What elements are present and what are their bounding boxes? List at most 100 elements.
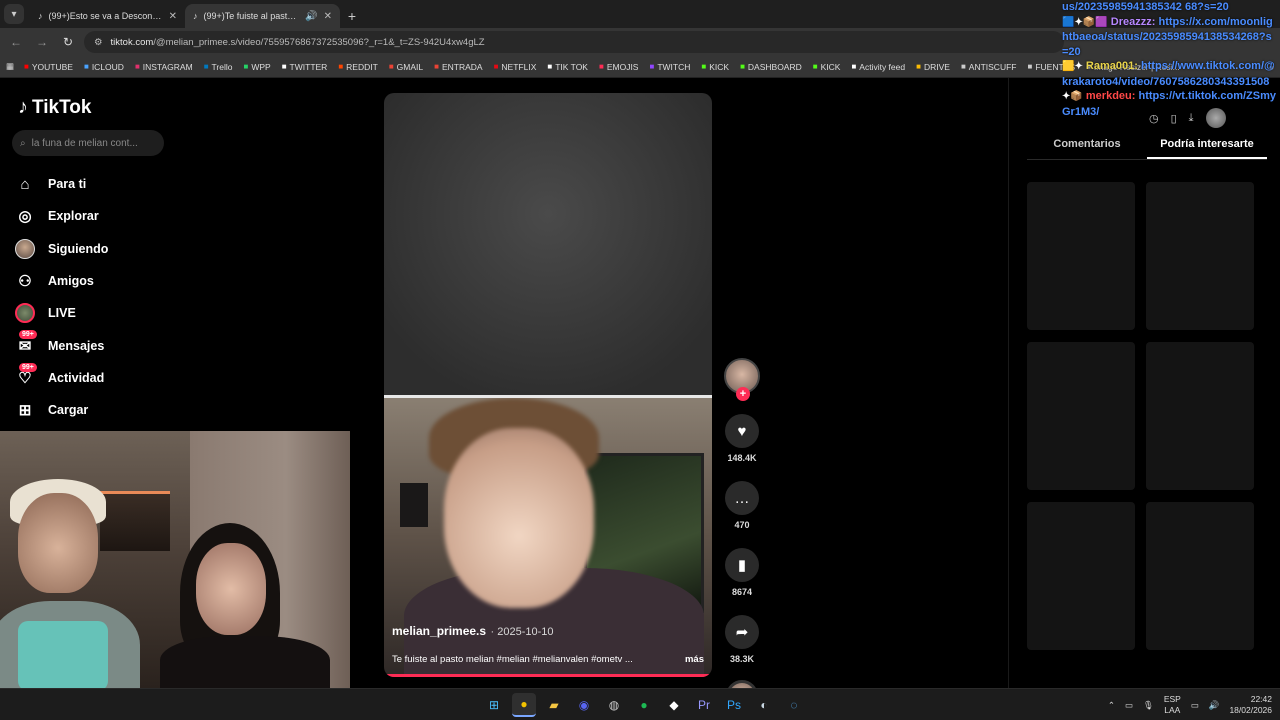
sidebar-item[interactable]: ⚇ Amigos	[14, 265, 194, 297]
screen: ▾ ♪ (99+)Esto se va a Descontrolar... ✕ …	[0, 0, 1280, 720]
bookmark-item[interactable]: ■ REDDIT	[338, 62, 377, 72]
language-indicator[interactable]: ESP LAA	[1164, 694, 1181, 716]
tiktok-icon: ♪	[193, 11, 198, 21]
like-action[interactable]: ♥ 148.4K	[722, 414, 762, 463]
file-explorer-icon[interactable]: ▰	[542, 693, 566, 717]
creator-avatar[interactable]: +	[724, 358, 760, 401]
bookmark-label: Trello	[211, 61, 233, 72]
bookmark-item[interactable]: ■ ENTRADA	[434, 62, 482, 72]
recommended-video[interactable]	[1027, 342, 1135, 490]
recommended-video[interactable]	[1027, 502, 1135, 650]
recommended-video[interactable]	[1146, 342, 1254, 490]
video-player[interactable]: melian_primee.s · 2025-10-10 Te fuiste a…	[384, 93, 712, 677]
forward-button[interactable]: →	[32, 32, 52, 52]
tiktok-logo[interactable]: ♪ TikTok	[18, 96, 91, 119]
bookmark-item[interactable]: ■ KICK	[701, 62, 729, 72]
browser-tab[interactable]: ♪ (99+)Esto se va a Descontrolar... ✕	[30, 4, 185, 28]
reload-button[interactable]: ↻	[58, 32, 78, 52]
apps-grid-icon[interactable]: ▦	[6, 61, 14, 72]
video-author[interactable]: melian_primee.s	[392, 624, 486, 638]
follow-plus-icon[interactable]: +	[736, 387, 750, 401]
tab-search-button[interactable]: ▾	[4, 4, 24, 24]
bookmark-item[interactable]: ■ EMOJIS	[599, 62, 639, 72]
anchor-icon: ■	[851, 62, 857, 71]
sidebar-item-label: Explorar	[48, 209, 99, 224]
chrome-icon[interactable]: ●	[512, 693, 536, 717]
chat-username: merkdeu:	[1085, 90, 1136, 102]
bookmark-item[interactable]: ■ TWITCH	[649, 62, 690, 72]
bookmark-icon[interactable]: ▮	[725, 548, 759, 582]
mic-icon[interactable]: 🎙	[1143, 700, 1154, 711]
sidebar-item[interactable]: ✉ Mensajes 99+	[14, 329, 194, 361]
recommended-video[interactable]	[1146, 182, 1254, 330]
bookmark-item[interactable]: ■ TWITTER	[282, 62, 328, 72]
tab-may-interest[interactable]: Podría interesarte	[1147, 138, 1267, 159]
site-info-icon[interactable]: ⚙	[94, 37, 103, 48]
bookmark-item[interactable]: ■ ICLOUD	[84, 62, 124, 72]
tab-comments[interactable]: Comentarios	[1027, 138, 1147, 159]
bookmark-item[interactable]: ■ Activity feed	[851, 62, 905, 72]
photoshop-icon[interactable]: Ps	[722, 693, 746, 717]
bookmark-item[interactable]: ■ WPP	[243, 62, 270, 72]
compass-icon: ◎	[18, 208, 32, 226]
windows-start-icon[interactable]: ⊞	[482, 693, 506, 717]
bookmark-item[interactable]: ■ DASHBOARD	[740, 62, 802, 72]
chat-message: 🟦✦📦🟪 Dreazzz: https://x.com/moonlightbae…	[1062, 15, 1278, 60]
share-icon[interactable]: ➦	[725, 615, 759, 649]
browser-tab-active[interactable]: ♪ (99+)Te fuiste al pasto: Hum... 🔊 ✕	[185, 4, 340, 28]
search-input[interactable]: ⌕ la funa de melian cont...	[12, 130, 164, 156]
save-action[interactable]: ▮ 8674	[722, 548, 762, 597]
comment-action[interactable]: … 470	[722, 481, 762, 530]
action-rail: + ♥ 148.4K … 470 ▮ 8674 ➦ 38.3K	[722, 358, 762, 712]
bookmark-item[interactable]: ■ NETFLIX	[494, 62, 537, 72]
bookmark-item[interactable]: ■ INSTAGRAM	[135, 62, 193, 72]
notification-badge: 99+	[19, 362, 37, 372]
recommended-video[interactable]	[1027, 182, 1135, 330]
spotify-icon[interactable]: ●	[632, 693, 656, 717]
more-button[interactable]: más	[685, 654, 704, 665]
share-action[interactable]: ➦ 38.3K	[722, 615, 762, 664]
sidebar-item-label: Amigos	[48, 274, 94, 289]
bookmark-label: DASHBOARD	[747, 61, 802, 72]
close-icon[interactable]: ✕	[169, 11, 177, 22]
discord-icon[interactable]: ◉	[572, 693, 596, 717]
steam-icon[interactable]: ◐	[752, 693, 776, 717]
epic-icon[interactable]: ◆	[662, 693, 686, 717]
address-bar[interactable]: ⚙ tiktok.com/@melian_primee.s/video/7559…	[84, 31, 1064, 53]
bookmark-item[interactable]: ■ KICK	[813, 62, 841, 72]
flag-icon[interactable]: ▭	[1125, 700, 1133, 711]
sidebar-item[interactable]: ⌂ Para ti	[14, 168, 194, 200]
sidebar-item[interactable]: LIVE	[14, 297, 194, 329]
bookmark-item[interactable]: ■ GMAIL	[389, 62, 423, 72]
network-icon[interactable]: ▭	[1191, 700, 1199, 711]
sidebar-item[interactable]: ◎ Explorar	[14, 200, 194, 232]
new-tab-button[interactable]: +	[340, 4, 364, 28]
side-panel: ◷ ▯ ⤓ Comentarios Podría interesarte	[1008, 78, 1280, 688]
language-code: ESP	[1163, 694, 1181, 704]
bookmark-item[interactable]: ■ YOUTUBE	[24, 62, 73, 72]
video-progress-bar[interactable]	[384, 674, 712, 677]
bookmark-item[interactable]: ■ Trello	[204, 62, 233, 72]
video-caption: melian_primee.s · 2025-10-10 Te fuiste a…	[392, 622, 704, 665]
chevron-up-icon[interactable]: ⌃	[1108, 700, 1115, 711]
speaker-icon[interactable]: 🔊	[305, 11, 317, 22]
premiere-icon[interactable]: Pr	[692, 693, 716, 717]
heart-icon[interactable]: ♥	[725, 414, 759, 448]
comment-icon[interactable]: …	[725, 481, 759, 515]
sidebar-item[interactable]: ♡ Actividad 99+	[14, 362, 194, 394]
bookmark-item[interactable]: ■ ANTISCUFF	[961, 62, 1017, 72]
back-button[interactable]: ←	[6, 32, 26, 52]
bookmark-label: NETFLIX	[501, 61, 537, 72]
app-icon[interactable]: ◌	[782, 693, 806, 717]
clock[interactable]: 22:42 18/02/2026	[1229, 694, 1272, 716]
volume-icon[interactable]: 🔊	[1209, 700, 1220, 711]
obs-icon[interactable]: ◍	[602, 693, 626, 717]
side-tabs: Comentarios Podría interesarte	[1027, 138, 1267, 160]
close-icon[interactable]: ✕	[324, 11, 332, 22]
sidebar-item[interactable]: ⊞ Cargar	[14, 394, 194, 426]
bookmark-item[interactable]: ■ TIK TOK	[547, 62, 588, 72]
bookmark-item[interactable]: ■ DRIVE	[916, 62, 950, 72]
recommended-video[interactable]	[1146, 502, 1254, 650]
sidebar-item[interactable]: Siguiendo	[14, 233, 194, 265]
bookmark-label: YOUTUBE	[31, 61, 73, 72]
